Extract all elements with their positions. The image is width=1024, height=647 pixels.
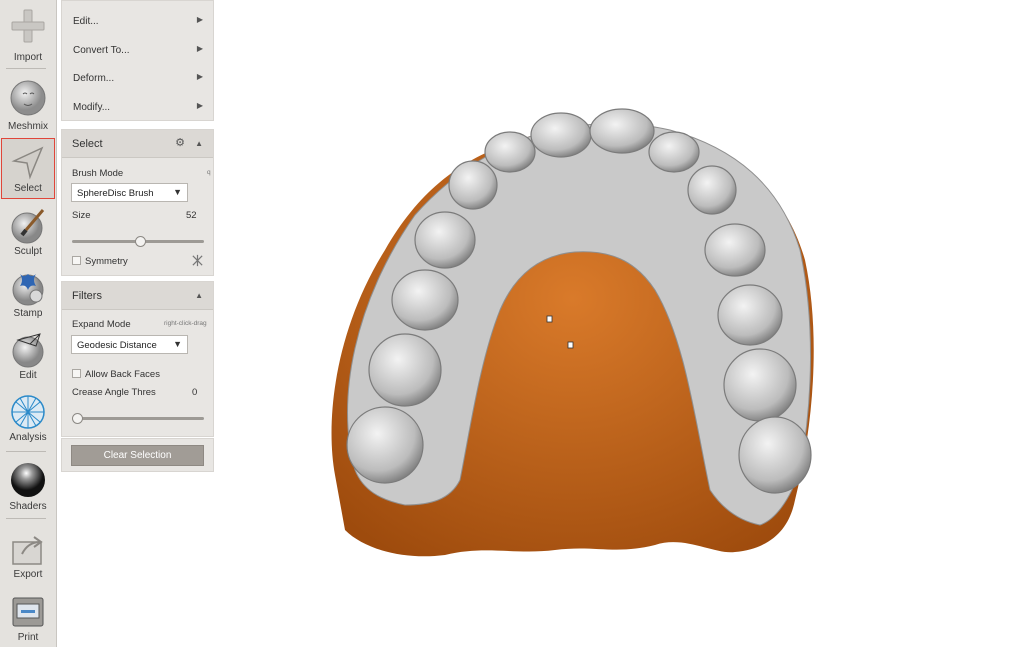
sculpt-button[interactable]: Sculpt	[2, 202, 54, 262]
plus-icon	[11, 9, 45, 43]
edit-button[interactable]: Edit	[2, 326, 54, 386]
menu-modify-label: Modify...	[73, 102, 111, 113]
menu-deform-label: Deform...	[73, 73, 115, 84]
chevron-right-icon: ▶	[196, 101, 203, 110]
crease-angle-slider-handle[interactable]	[72, 413, 83, 424]
stamp-button[interactable]: Stamp	[2, 264, 54, 324]
meshmix-label: Meshmix	[7, 121, 48, 132]
meshmixer-window: Import Meshmix Select Sculpt Stamp Edit …	[0, 0, 1024, 647]
crease-angle-value: 0	[192, 387, 198, 398]
analysis-mesh-icon	[11, 395, 45, 429]
brush-mode-value: SphereDisc Brush	[77, 188, 154, 199]
import-button[interactable]: Import	[2, 4, 54, 64]
size-label: Size	[72, 210, 91, 221]
clear-selection-box: Clear Selection	[61, 438, 214, 472]
filters-panel: Filters ▲ Expand Mode right-click-drag G…	[61, 281, 214, 437]
main-toolbar: Import Meshmix Select Sculpt Stamp Edit …	[0, 0, 57, 647]
select-panel-header[interactable]: Select ⚙ ▲	[62, 130, 213, 158]
select-panel-title: Select	[72, 138, 103, 150]
chevron-right-icon: ▶	[196, 72, 203, 81]
gear-icon[interactable]: ⚙	[175, 136, 185, 149]
select-label: Select	[14, 183, 42, 194]
menu-convert-label: Convert To...	[73, 45, 130, 56]
shader-sphere-icon	[11, 463, 45, 497]
chevron-down-icon: ▼	[173, 187, 182, 197]
analysis-button[interactable]: Analysis	[2, 388, 54, 448]
toolbar-divider	[6, 518, 46, 519]
actions-menu: Edit... ▶ Convert To... ▶ Deform... ▶ Mo…	[61, 0, 214, 121]
collapse-up-icon[interactable]: ▲	[195, 139, 203, 148]
symmetry-checkbox[interactable]	[72, 256, 81, 265]
marker-point	[546, 315, 553, 323]
marker-point	[567, 341, 574, 349]
expand-mode-dropdown[interactable]: Geodesic Distance ▼	[71, 335, 188, 354]
symmetry-label: Symmetry	[85, 256, 128, 267]
chevron-right-icon: ▶	[196, 44, 203, 53]
export-icon	[12, 536, 43, 565]
symmetry-tool-icon[interactable]	[191, 254, 204, 267]
crease-angle-slider[interactable]	[72, 413, 204, 424]
shaders-label: Shaders	[9, 501, 47, 512]
3d-viewport[interactable]	[215, 0, 1024, 647]
chevron-down-icon: ▼	[173, 339, 182, 349]
clear-selection-button[interactable]: Clear Selection	[71, 445, 204, 466]
toolbar-divider	[6, 68, 46, 69]
filters-panel-title: Filters	[72, 290, 102, 302]
allow-back-faces-checkbox[interactable]	[72, 369, 81, 378]
collapse-up-icon[interactable]: ▲	[195, 291, 203, 300]
crease-angle-label: Crease Angle Thres	[72, 387, 156, 398]
brush-mode-label: Brush Mode	[72, 168, 124, 179]
brush-mode-dropdown[interactable]: SphereDisc Brush ▼	[71, 183, 188, 202]
menu-modify[interactable]: Modify... ▶	[62, 93, 213, 121]
size-slider-handle[interactable]	[134, 236, 146, 247]
menu-edit[interactable]: Edit... ▶	[62, 7, 213, 35]
export-label: Export	[13, 569, 43, 580]
edit-label: Edit	[19, 370, 37, 381]
size-slider[interactable]	[72, 236, 204, 247]
meshmix-bust-icon	[10, 80, 46, 116]
import-label: Import	[13, 52, 43, 63]
export-button[interactable]: Export	[2, 526, 54, 586]
select-panel: Select ⚙ ▲ Brush Mode q SphereDisc Brush…	[61, 129, 214, 276]
print-button[interactable]: Print	[2, 588, 54, 647]
analysis-label: Analysis	[9, 432, 47, 443]
dental-arch-model[interactable]	[215, 0, 1024, 647]
arrow-cursor-icon	[11, 146, 44, 180]
print-label: Print	[17, 632, 39, 643]
shaders-button[interactable]: Shaders	[2, 456, 54, 516]
menu-deform[interactable]: Deform... ▶	[62, 64, 213, 92]
stamp-icon	[12, 274, 44, 306]
sculpt-label: Sculpt	[14, 246, 42, 257]
brush-mode-hint: q	[207, 169, 211, 176]
edit-mesh-icon	[12, 333, 44, 368]
filters-panel-header[interactable]: Filters ▲	[62, 282, 213, 310]
menu-convert-to[interactable]: Convert To... ▶	[62, 36, 213, 64]
allow-back-faces-label: Allow Back Faces	[85, 369, 160, 380]
chevron-right-icon: ▶	[196, 15, 203, 24]
menu-edit-label: Edit...	[73, 16, 99, 27]
printer-icon	[12, 597, 44, 627]
expand-mode-label: Expand Mode	[72, 319, 131, 330]
expand-mode-value: Geodesic Distance	[77, 340, 157, 351]
sculpt-brush-icon	[11, 209, 45, 244]
select-button[interactable]: Select	[1, 138, 55, 199]
size-value: 52	[186, 210, 197, 221]
stamp-label: Stamp	[13, 308, 43, 319]
toolbar-divider	[6, 451, 46, 452]
meshmix-button[interactable]: Meshmix	[2, 74, 54, 134]
expand-mode-hint: right-click-drag	[164, 320, 207, 327]
